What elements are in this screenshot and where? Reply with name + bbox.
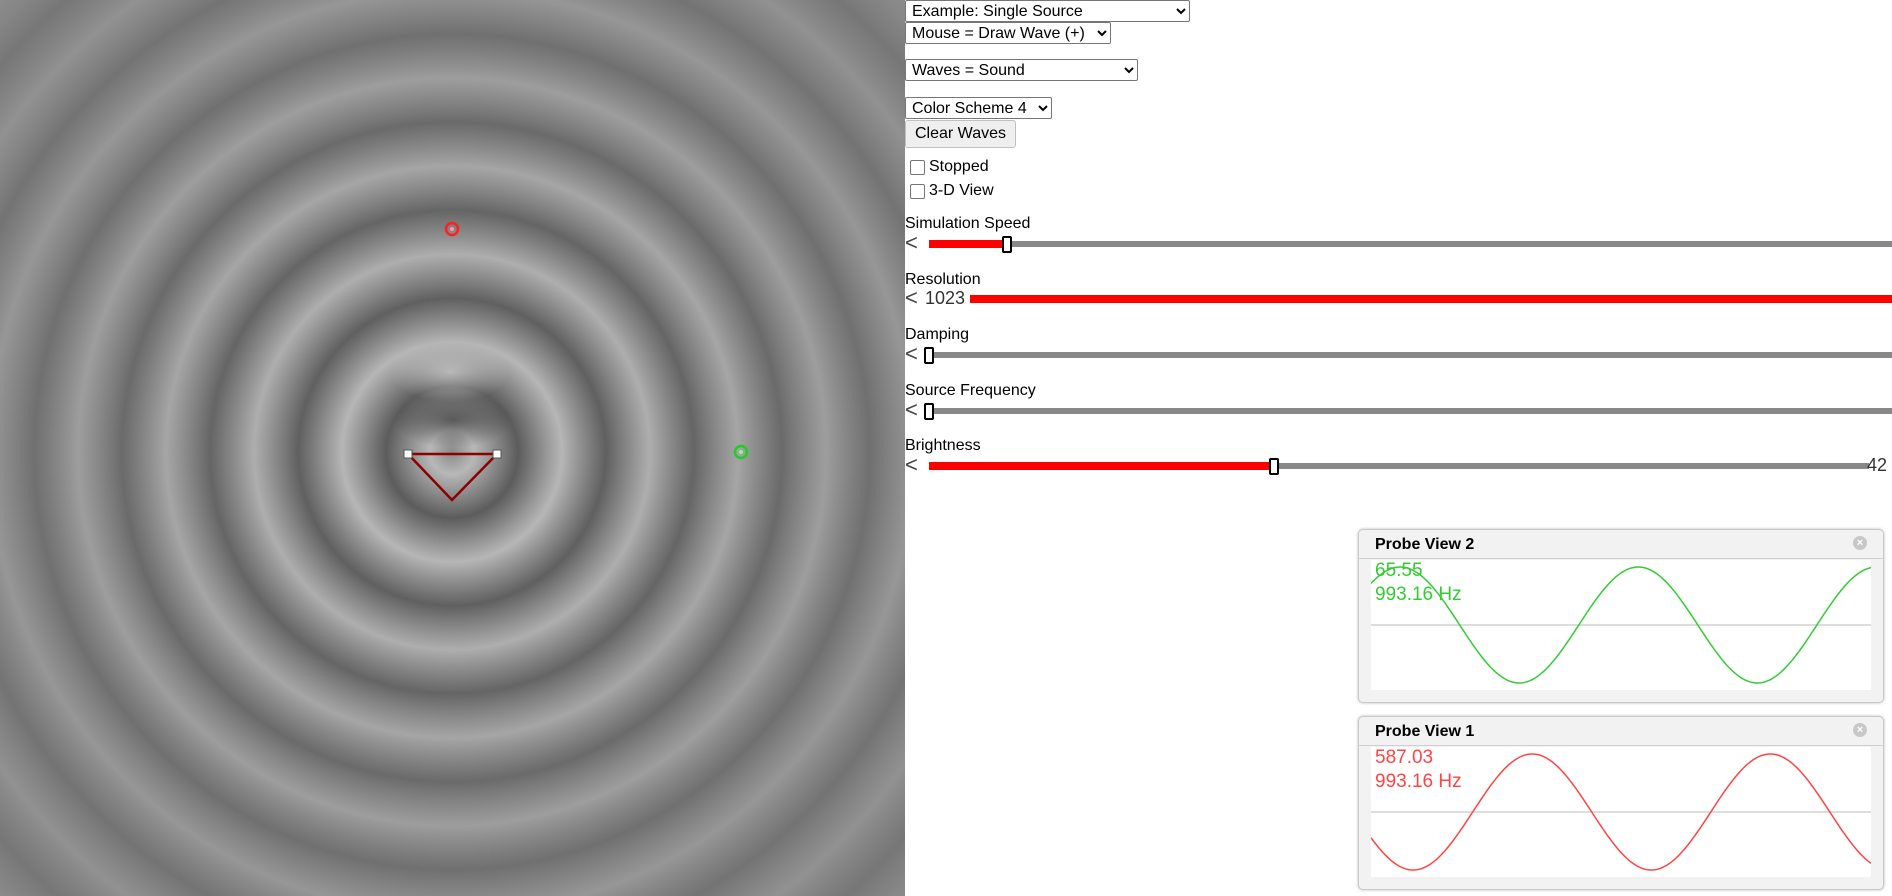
green-probe-center bbox=[739, 450, 743, 454]
slider-track[interactable] bbox=[929, 408, 1892, 414]
slider-thumb[interactable] bbox=[924, 403, 934, 420]
resolution-slider[interactable]: < 1023 bbox=[905, 287, 1892, 309]
waves-select[interactable]: Waves = Sound bbox=[905, 59, 1138, 81]
slider-fill bbox=[929, 462, 1277, 470]
close-icon[interactable]: × bbox=[1853, 723, 1867, 737]
chevron-left-icon[interactable]: < bbox=[905, 287, 918, 309]
slider-thumb[interactable] bbox=[1269, 458, 1279, 475]
source-handle-left[interactable] bbox=[403, 449, 413, 459]
probe-value: 587.03 bbox=[1375, 747, 1434, 768]
clear-waves-button[interactable]: Clear Waves bbox=[905, 120, 1016, 148]
slider-thumb[interactable] bbox=[1002, 236, 1012, 253]
slider-track[interactable] bbox=[929, 352, 1892, 358]
source-handle-right[interactable] bbox=[492, 449, 502, 459]
probe-view-2[interactable]: Probe View 2 × 65.55 993.16 Hz bbox=[1358, 529, 1884, 703]
sim-speed-slider[interactable]: < bbox=[905, 232, 1892, 254]
stopped-label: Stopped bbox=[929, 158, 989, 175]
resolution-value: 1023 bbox=[925, 288, 966, 308]
damping-slider[interactable]: < bbox=[905, 343, 1892, 365]
slider-track[interactable] bbox=[929, 241, 1892, 247]
chevron-left-icon[interactable]: < bbox=[905, 454, 918, 476]
color-scheme-select[interactable]: Color Scheme 4 bbox=[905, 97, 1052, 119]
probe-view-1[interactable]: Probe View 1 × 587.03 993.16 Hz bbox=[1358, 716, 1884, 890]
brightness-slider[interactable]: < 42 bbox=[905, 454, 1892, 476]
source-frequency-slider[interactable]: < bbox=[905, 399, 1892, 421]
stopped-checkbox-row[interactable]: Stopped bbox=[910, 156, 989, 178]
red-probe-center bbox=[450, 227, 454, 231]
chevron-left-icon[interactable]: < bbox=[905, 399, 918, 421]
view3d-checkbox-row[interactable]: 3-D View bbox=[910, 180, 994, 202]
probe-waveform bbox=[1371, 753, 1871, 871]
chevron-left-icon[interactable]: < bbox=[905, 343, 918, 365]
mouse-mode-select[interactable]: Mouse = Draw Wave (+) bbox=[905, 22, 1111, 44]
probe-plot-area: 65.55 993.16 Hz bbox=[1371, 560, 1871, 690]
stopped-checkbox[interactable] bbox=[910, 159, 925, 175]
probe-header[interactable]: Probe View 2 × bbox=[1359, 530, 1883, 559]
chevron-left-icon[interactable]: < bbox=[905, 232, 918, 254]
probe-header[interactable]: Probe View 1 × bbox=[1359, 717, 1883, 746]
brightness-value: 42 bbox=[1867, 455, 1888, 475]
probe-title: Probe View 1 bbox=[1375, 723, 1475, 740]
probe-plot-area: 587.03 993.16 Hz bbox=[1371, 747, 1871, 877]
probe-frequency: 993.16 Hz bbox=[1375, 584, 1462, 605]
sim-speed-label: Simulation Speed bbox=[905, 215, 1031, 232]
source-triangle[interactable] bbox=[405, 452, 500, 502]
slider-fill bbox=[929, 240, 1006, 248]
view3d-checkbox[interactable] bbox=[910, 183, 925, 199]
probe-waveform bbox=[1371, 566, 1871, 684]
canvas-overlay bbox=[403, 221, 749, 502]
slider-thumb[interactable] bbox=[924, 347, 934, 364]
example-select[interactable]: Example: Single Source bbox=[905, 0, 1190, 22]
wave-canvas[interactable] bbox=[0, 0, 905, 896]
probe-value: 65.55 bbox=[1375, 560, 1423, 581]
close-icon[interactable]: × bbox=[1853, 536, 1867, 550]
source-frequency-label: Source Frequency bbox=[905, 382, 1036, 399]
slider-fill[interactable] bbox=[970, 295, 1892, 303]
probe-title: Probe View 2 bbox=[1375, 536, 1475, 553]
view3d-label: 3-D View bbox=[929, 182, 994, 199]
probe-frequency: 993.16 Hz bbox=[1375, 771, 1462, 792]
